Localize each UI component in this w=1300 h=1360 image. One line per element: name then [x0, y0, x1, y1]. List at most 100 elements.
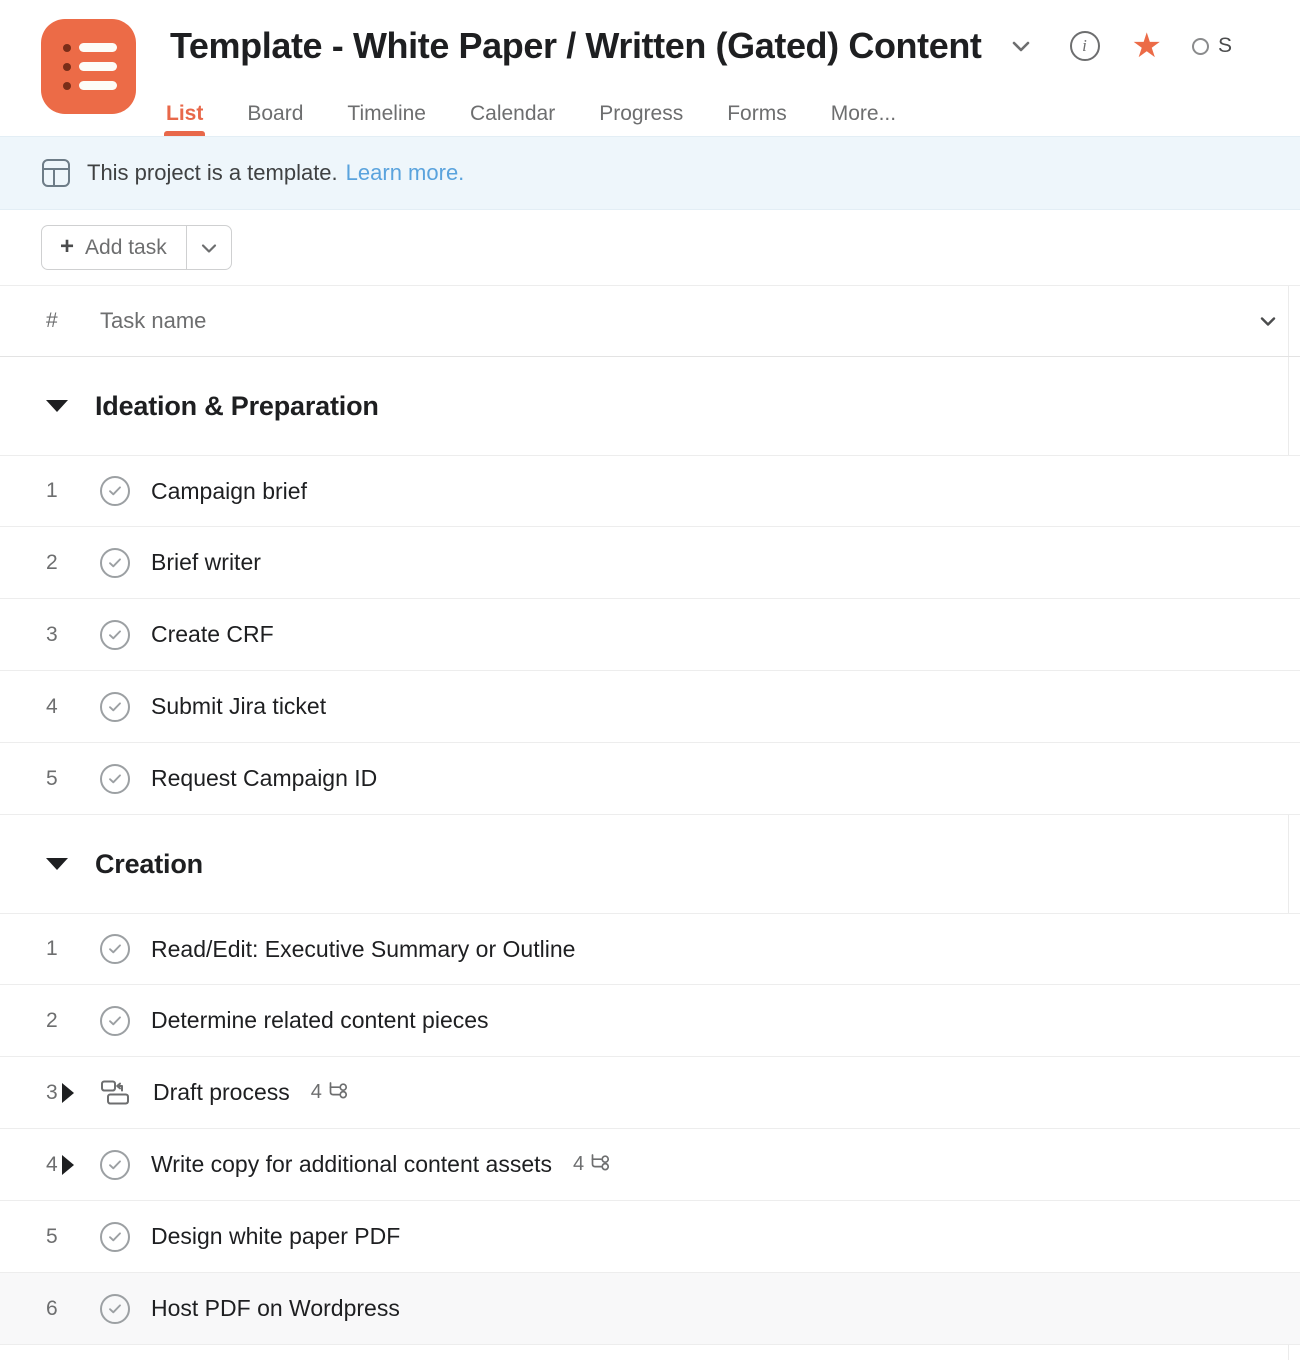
table-row[interactable]: 2 Brief writer — [0, 527, 1300, 599]
table-row[interactable]: 3 Create CRF — [0, 599, 1300, 671]
subtask-tree-icon — [589, 1152, 611, 1177]
task-name[interactable]: Create CRF — [151, 621, 274, 648]
subtask-count-badge: 4 — [311, 1080, 349, 1105]
table-header-row: # Task name — [0, 285, 1300, 357]
chevron-down-icon[interactable] — [1008, 33, 1034, 59]
task-name[interactable]: Submit Jira ticket — [151, 693, 326, 720]
subtask-count-value: 4 — [573, 1153, 585, 1175]
add-task-label: Add task — [85, 235, 167, 259]
tab-more[interactable]: More... — [831, 102, 896, 136]
check-circle-icon[interactable] — [100, 1005, 130, 1036]
info-icon-glyph: i — [1082, 36, 1087, 55]
subtask-count-badge: 4 — [573, 1152, 611, 1177]
chevron-down-icon[interactable] — [1248, 310, 1288, 332]
project-icon-dot — [63, 62, 71, 71]
table-row[interactable]: 3 Draft process 4 — [0, 1057, 1300, 1129]
info-icon[interactable]: i — [1069, 31, 1100, 61]
task-name[interactable]: Write copy for additional content assets — [151, 1151, 552, 1178]
project-icon-bar — [79, 62, 117, 71]
task-name[interactable]: Campaign brief — [151, 478, 307, 505]
expand-subtasks-icon[interactable] — [62, 1154, 90, 1175]
task-list-table: # Task name Ideation & Preparation 1 Campa… — [0, 285, 1300, 1360]
table-row[interactable]: 1 Read/Edit: Executive Summary or Outline — [0, 913, 1300, 985]
star-icon[interactable]: ★ — [1132, 29, 1162, 63]
section-header[interactable]: Ideation & Preparation — [0, 357, 1300, 455]
add-task-button-group: + Add task — [41, 225, 232, 270]
project-icon-row — [63, 43, 117, 52]
project-icon-row — [63, 81, 117, 90]
row-number: 2 — [46, 1008, 58, 1032]
row-number: 5 — [46, 766, 58, 790]
task-name[interactable]: Host PDF on Wordpress — [151, 1295, 400, 1322]
triangle-down-icon[interactable] — [46, 400, 68, 412]
tab-forms[interactable]: Forms — [727, 102, 787, 136]
subtask-tree-icon — [327, 1080, 349, 1105]
tab-list[interactable]: List — [163, 102, 206, 136]
table-row[interactable]: 1 Campaign brief — [0, 455, 1300, 527]
table-row[interactable]: 2 Determine related content pieces — [0, 985, 1300, 1057]
list-project-icon[interactable] — [41, 19, 136, 114]
row-number: 6 — [46, 1296, 58, 1320]
project-icon-row — [63, 62, 117, 71]
table-row[interactable]: 4 Submit Jira ticket — [0, 671, 1300, 743]
approval-task-icon[interactable] — [100, 1079, 132, 1107]
plus-icon: + — [60, 232, 75, 260]
section-header[interactable]: Creation — [0, 815, 1300, 913]
task-name[interactable]: Draft process — [153, 1079, 290, 1106]
check-circle-icon[interactable] — [100, 1149, 130, 1180]
check-circle-icon[interactable] — [100, 691, 130, 722]
project-icon-bar — [79, 81, 117, 90]
subtask-count-value: 4 — [310, 1081, 322, 1103]
check-circle-icon[interactable] — [100, 619, 130, 650]
check-circle-icon[interactable] — [100, 476, 130, 506]
triangle-right-icon[interactable] — [62, 1082, 74, 1103]
tab-timeline[interactable]: Timeline — [347, 102, 426, 136]
row-number: 1 — [46, 937, 58, 960]
template-layout-icon — [42, 159, 70, 187]
tab-progress[interactable]: Progress — [599, 102, 683, 136]
add-task-button[interactable]: + Add task — [42, 226, 187, 269]
template-banner: This project is a template. Learn more. — [0, 136, 1300, 210]
row-number: 3 — [46, 622, 58, 646]
check-circle-icon[interactable] — [100, 934, 130, 964]
status-label: S — [1218, 34, 1233, 57]
table-row[interactable]: 5 Design white paper PDF — [0, 1201, 1300, 1273]
table-row[interactable]: 5 Request Campaign ID — [0, 743, 1300, 815]
task-name[interactable]: Design white paper PDF — [151, 1223, 400, 1250]
page-title: Template - White Paper / Written (Gated)… — [170, 25, 982, 66]
table-row[interactable]: 4 Write copy for additional content asset… — [0, 1129, 1300, 1201]
project-title-row: Template - White Paper / Written (Gated)… — [170, 20, 1232, 72]
check-circle-icon[interactable] — [100, 763, 130, 794]
project-icon-bar — [79, 43, 117, 52]
project-header: Template - White Paper / Written (Gated)… — [0, 0, 1300, 136]
tab-board[interactable]: Board — [247, 102, 303, 136]
project-icon-dot — [63, 43, 71, 52]
column-header-task-name: Task name — [100, 308, 207, 333]
list-toolbar: + Add task — [0, 210, 1300, 285]
view-tabs: List Board Timeline Calendar Progress Forms Mo… — [163, 102, 896, 136]
row-number: 1 — [46, 479, 58, 502]
section-title: Creation — [95, 848, 203, 879]
triangle-right-icon[interactable] — [62, 1154, 74, 1175]
section-title: Ideation & Preparation — [95, 390, 379, 421]
status-ring-icon — [1192, 37, 1209, 55]
task-name[interactable]: Determine related content pieces — [151, 1007, 489, 1034]
column-header-number: # — [46, 309, 58, 332]
row-number: 5 — [46, 1224, 58, 1248]
expand-subtasks-icon[interactable] — [62, 1082, 90, 1103]
learn-more-link[interactable]: Learn more. — [346, 160, 465, 186]
tab-calendar[interactable]: Calendar — [470, 102, 555, 136]
task-name[interactable]: Request Campaign ID — [151, 765, 377, 792]
project-status-button[interactable]: S — [1192, 34, 1232, 58]
task-name[interactable]: Brief writer — [151, 549, 261, 576]
check-circle-icon[interactable] — [100, 547, 130, 578]
check-circle-icon[interactable] — [100, 1293, 130, 1324]
triangle-down-icon[interactable] — [46, 858, 68, 870]
add-task-dropdown-button[interactable] — [187, 226, 231, 269]
task-sections: Ideation & Preparation 1 Campaign brief 2 Br… — [0, 357, 1300, 1345]
task-name[interactable]: Read/Edit: Executive Summary or Outline — [151, 936, 575, 963]
project-icon-dot — [63, 81, 71, 90]
check-circle-icon[interactable] — [100, 1221, 130, 1252]
template-banner-text: This project is a template. — [87, 160, 338, 185]
table-row[interactable]: 6 Host PDF on Wordpress — [0, 1273, 1300, 1345]
